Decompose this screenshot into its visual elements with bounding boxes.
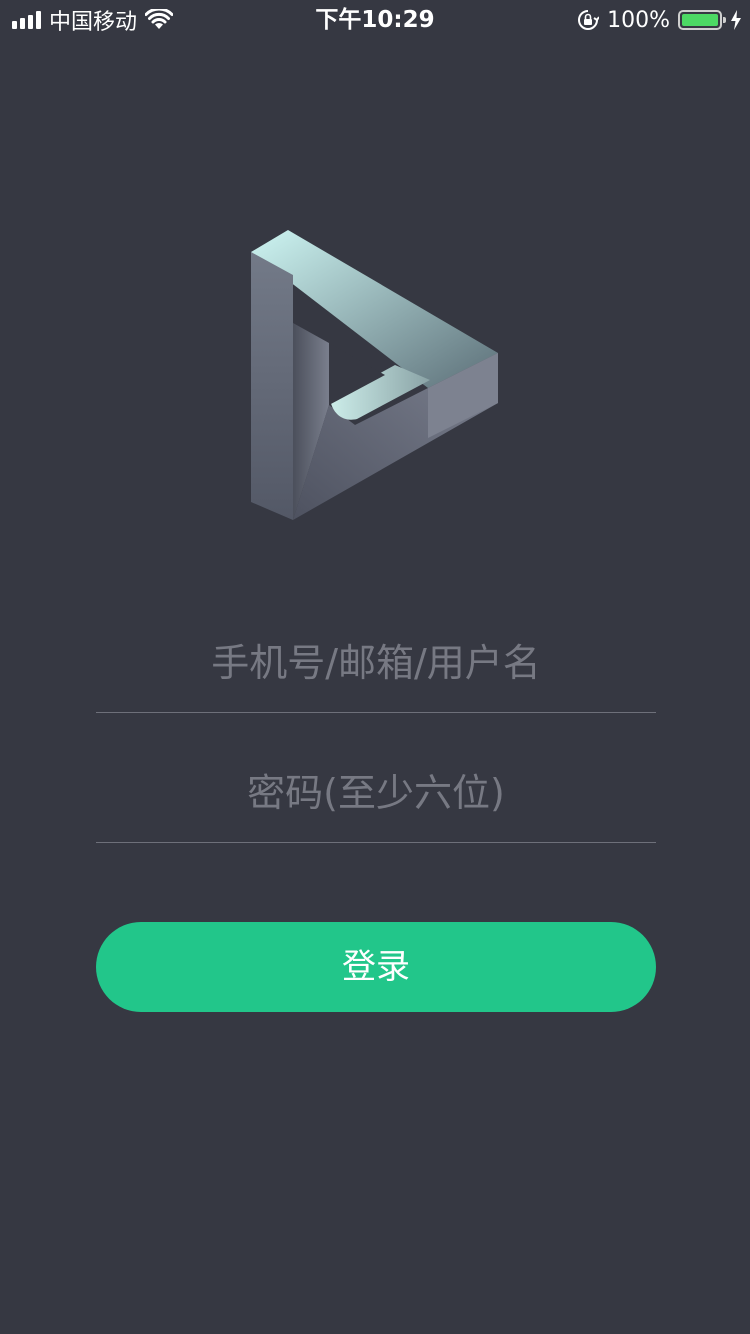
orientation-lock-icon: [578, 10, 600, 30]
battery-percent: 100%: [607, 7, 670, 33]
impossible-triangle-play-logo: [251, 230, 498, 520]
charging-icon: [731, 10, 741, 30]
account-field: [96, 613, 656, 713]
battery-fill: [682, 14, 718, 26]
status-bar: 中国移动 下午10:29 100%: [0, 0, 750, 40]
status-right: 100%: [577, 6, 742, 34]
login-button[interactable]: 登录: [96, 922, 656, 1012]
password-field: [96, 743, 656, 843]
battery-icon: [678, 10, 726, 30]
login-screen: 中国移动 下午10:29 100% 手机号/邮箱/用户名 登录: [0, 0, 750, 1334]
password-input[interactable]: [96, 743, 656, 842]
account-input[interactable]: [96, 613, 656, 712]
